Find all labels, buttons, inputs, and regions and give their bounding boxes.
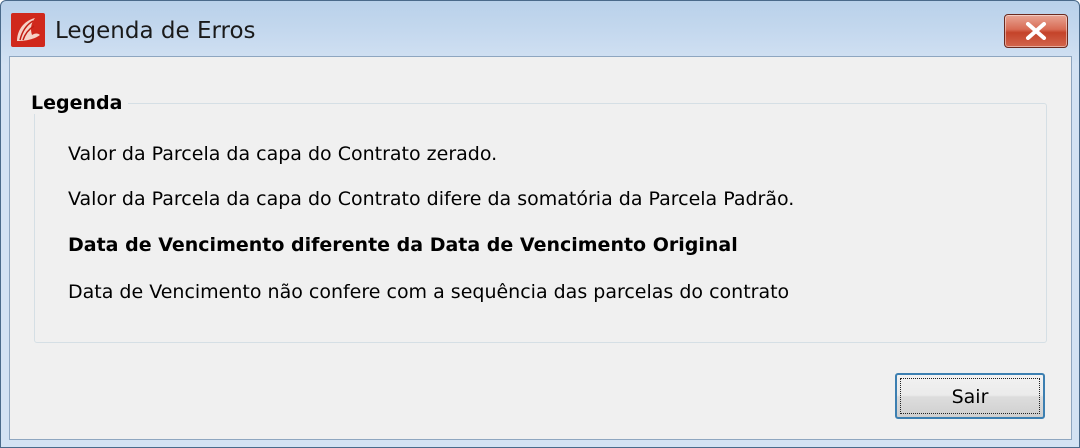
- title-bar[interactable]: Legenda de Erros: [1, 1, 1079, 63]
- legend-group-title: Legenda: [25, 92, 129, 114]
- app-icon: [11, 13, 45, 47]
- sair-button[interactable]: Sair: [895, 373, 1045, 419]
- sair-button-label: Sair: [951, 386, 989, 408]
- close-button[interactable]: [1004, 14, 1068, 48]
- legend-item-due-date-sequence: Data de Vencimento não confere com a seq…: [68, 281, 790, 303]
- dialog-body: Legenda Valor da Parcela da capa do Cont…: [9, 56, 1072, 440]
- window-title: Legenda de Erros: [55, 18, 256, 44]
- close-icon: [1026, 22, 1046, 40]
- legend-groupbox: [34, 103, 1047, 343]
- legend-item-sum-mismatch: Valor da Parcela da capa do Contrato dif…: [68, 188, 795, 210]
- legend-item-due-date-differs: Data de Vencimento diferente da Data de …: [68, 234, 738, 256]
- dialog-window: Legenda de Erros Legenda Valor da Parcel…: [0, 0, 1080, 448]
- legend-item-zero-value: Valor da Parcela da capa do Contrato zer…: [68, 143, 498, 165]
